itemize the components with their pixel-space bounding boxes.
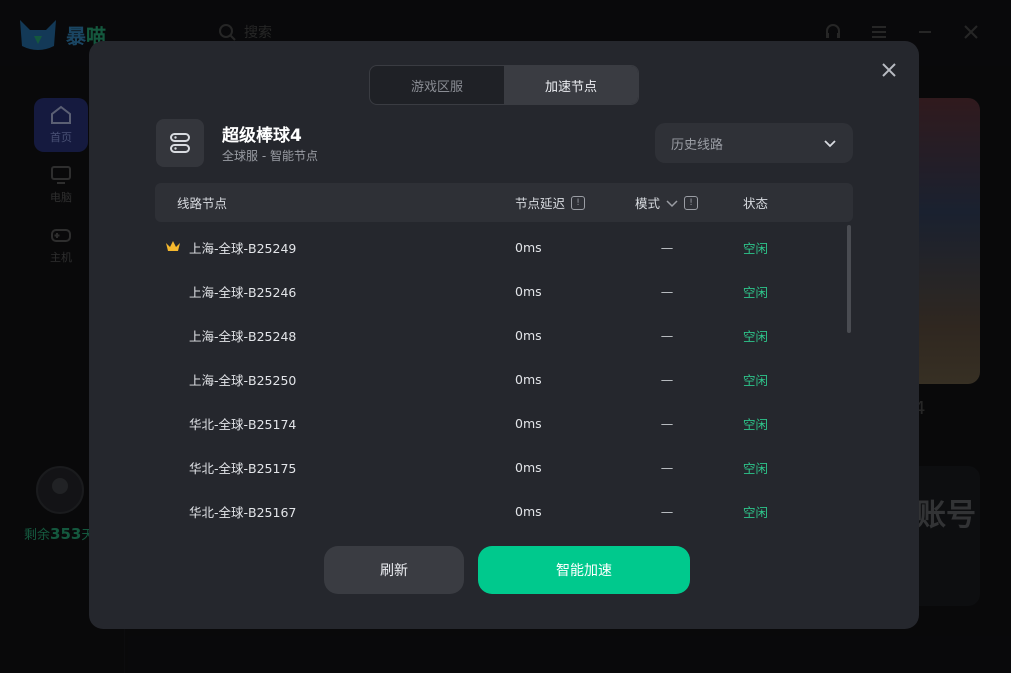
table-row[interactable]: 华北-全球-B25175 0ms — 空闲 [155,445,853,489]
node-latency: 0ms [515,503,542,519]
node-name: 华北-全球-B25175 [189,460,297,476]
game-icon [156,119,204,167]
node-name: 上海-全球-B25248 [189,328,297,344]
col-latency-label: 节点延迟 [515,196,566,211]
close-button[interactable] [879,61,899,81]
node-latency: 0ms [515,327,542,343]
col-status-label: 状态 [743,196,769,211]
col-status-header: 状态 [743,183,768,222]
node-name: 上海-全球-B25250 [189,372,297,388]
node-mode: — [660,283,674,299]
node-name: 上海-全球-B25246 [189,284,297,300]
game-title: 超级棒球4 [222,126,302,146]
node-name: 华北-全球-B25174 [189,416,297,432]
col-mode-header[interactable]: 模式 ! [635,183,699,222]
scrollbar-thumb[interactable] [847,225,851,333]
table-header: 线路节点 节点延迟 ! 模式 ! 状态 [155,183,853,222]
node-name: 华北-全球-B25167 [189,504,297,520]
node-mode: — [660,371,674,387]
node-mode: — [660,415,674,431]
col-node-header: 线路节点 [177,183,227,222]
node-list: 上海-全球-B25249 0ms — 空闲 上海-全球-B25246 0ms —… [155,225,853,533]
table-row[interactable]: 上海-全球-B25250 0ms — 空闲 [155,357,853,401]
game-subtitle: 全球服 - 智能节点 [222,149,318,163]
tab-game-server[interactable]: 游戏区服 [370,66,504,104]
node-mode: — [660,239,674,255]
node-select-dialog: 游戏区服 加速节点 超级棒球4 全球服 - 智能节点 历史线路 线路节点 节点延… [89,41,919,629]
table-row[interactable]: 华北-全球-B25167 0ms — 空闲 [155,489,853,533]
node-status: 空闲 [743,284,769,300]
node-latency: 0ms [515,283,542,299]
node-status: 空闲 [743,328,769,344]
server-icon [170,133,190,153]
col-latency-header: 节点延迟 ! [515,183,586,222]
tab-accel-node[interactable]: 加速节点 [504,66,638,104]
table-row[interactable]: 华北-全球-B25174 0ms — 空闲 [155,401,853,445]
history-route-label: 历史线路 [671,137,724,153]
table-row[interactable]: 上海-全球-B25249 0ms — 空闲 [155,225,853,269]
smart-accelerate-button[interactable]: 智能加速 [478,546,690,594]
crown-icon [166,241,180,251]
node-status: 空闲 [743,240,769,256]
col-mode-label: 模式 [635,196,661,211]
latency-info-icon[interactable]: ! [571,195,586,210]
chevron-down-icon [824,140,836,148]
close-icon [882,63,896,77]
node-name: 上海-全球-B25249 [189,240,297,256]
node-latency: 0ms [515,239,542,255]
node-mode: — [660,503,674,519]
node-latency: 0ms [515,415,542,431]
node-latency: 0ms [515,371,542,387]
node-mode: — [660,459,674,475]
table-row[interactable]: 上海-全球-B25246 0ms — 空闲 [155,269,853,313]
node-status: 空闲 [743,372,769,388]
history-route-dropdown[interactable]: 历史线路 [655,123,853,163]
col-node-label: 线路节点 [177,196,228,211]
refresh-button[interactable]: 刷新 [324,546,464,594]
node-status: 空闲 [743,504,769,520]
node-status: 空闲 [743,460,769,476]
mode-info-icon[interactable]: ! [684,195,699,210]
scrollbar[interactable] [847,225,851,525]
node-status: 空闲 [743,416,769,432]
node-latency: 0ms [515,459,542,475]
mode-sort-chevron-icon[interactable] [666,197,678,209]
table-row[interactable]: 上海-全球-B25248 0ms — 空闲 [155,313,853,357]
node-mode: — [660,327,674,343]
tab-bar: 游戏区服 加速节点 [369,65,639,105]
